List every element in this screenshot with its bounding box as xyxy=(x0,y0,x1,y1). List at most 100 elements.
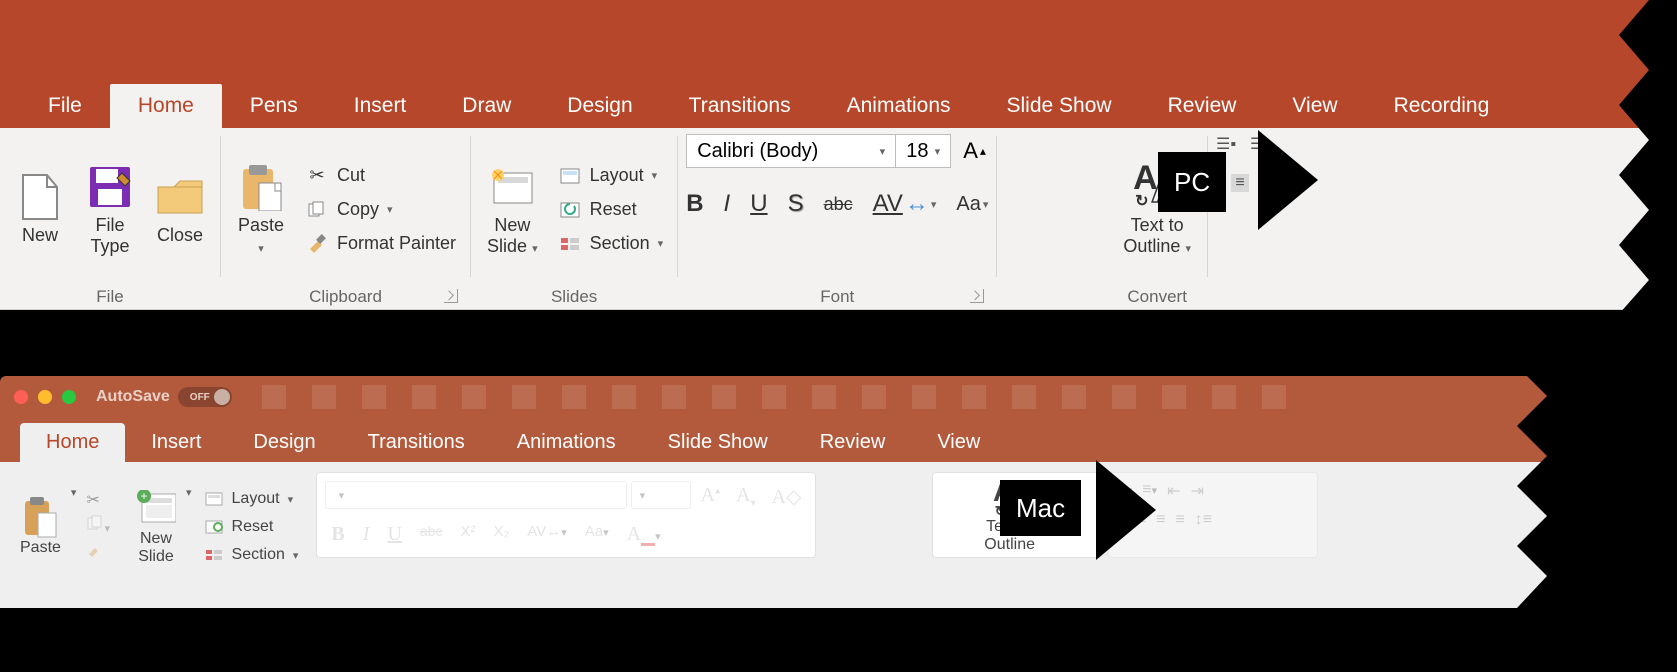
copy-button[interactable]: ▾ xyxy=(86,514,110,537)
align-justify-icon[interactable]: ≡ xyxy=(1175,511,1184,529)
tab-pens[interactable]: Pens xyxy=(222,84,326,128)
filetype-button[interactable]: File Type xyxy=(78,159,142,260)
align-right-icon[interactable]: ≡ xyxy=(1156,511,1165,529)
dialog-launcher-icon[interactable] xyxy=(970,289,984,303)
layout-button[interactable]: Layout▾ xyxy=(202,487,301,511)
chevron-down-icon[interactable]: ▾ xyxy=(71,486,77,499)
qat-icon[interactable] xyxy=(762,385,786,409)
cut-button[interactable]: ✂ Cut xyxy=(299,161,462,191)
qat-icon[interactable] xyxy=(1062,385,1086,409)
layout-button[interactable]: Layout▾ xyxy=(552,161,670,191)
paste-button[interactable]: Paste▾ xyxy=(229,159,293,260)
qat-icon[interactable] xyxy=(962,385,986,409)
indent-right-icon[interactable]: ⇥ xyxy=(1191,481,1204,501)
underline-button[interactable]: U xyxy=(381,520,407,549)
close-window-icon[interactable] xyxy=(14,390,28,404)
indent-left-icon[interactable]: ⇤ xyxy=(1167,481,1180,501)
tab-transitions[interactable]: Transitions xyxy=(661,84,819,128)
line-spacing-icon[interactable]: ↕≡ xyxy=(1195,511,1212,529)
tab-slideshow[interactable]: Slide Show xyxy=(642,423,794,462)
tab-review[interactable]: Review xyxy=(794,423,912,462)
strikethrough-button[interactable]: abc xyxy=(824,194,853,215)
chevron-down-icon: ▾ xyxy=(880,145,886,158)
qat-icon[interactable] xyxy=(812,385,836,409)
change-case-button[interactable]: Aa▾ xyxy=(579,520,615,549)
tab-home[interactable]: Home xyxy=(110,84,222,128)
shrink-font-button[interactable]: A▾ xyxy=(730,481,761,512)
bullets-icon[interactable]: ☰▪ xyxy=(1216,134,1236,154)
font-name-combo[interactable]: ▾ xyxy=(325,481,626,509)
clear-format-button[interactable]: A◇ xyxy=(766,481,808,512)
qat-icon[interactable] xyxy=(1012,385,1036,409)
tab-insert[interactable]: Insert xyxy=(326,84,435,128)
chevron-down-icon[interactable]: ▾ xyxy=(186,486,192,499)
section-button[interactable]: Section▾ xyxy=(552,229,670,259)
new-slide-button[interactable]: New Slide ▾ xyxy=(479,159,546,260)
tab-recording[interactable]: Recording xyxy=(1366,84,1518,128)
reset-button[interactable]: Reset xyxy=(552,195,670,225)
char-spacing-button[interactable]: AV↔▾ xyxy=(521,520,572,549)
dialog-launcher-icon[interactable] xyxy=(444,289,458,303)
italic-button[interactable]: I xyxy=(724,190,731,218)
tab-animations[interactable]: Animations xyxy=(819,84,979,128)
superscript-button[interactable]: X² xyxy=(454,520,481,549)
italic-button[interactable]: I xyxy=(357,520,376,549)
grow-font-button[interactable]: A▴ xyxy=(963,134,986,168)
tab-animations[interactable]: Animations xyxy=(491,423,642,462)
qat-icon[interactable] xyxy=(612,385,636,409)
new-button[interactable]: New xyxy=(8,169,72,250)
qat-redo-icon[interactable] xyxy=(412,385,436,409)
tab-draw[interactable]: Draw xyxy=(434,84,539,128)
underline-button[interactable]: U xyxy=(750,190,767,218)
qat-icon[interactable] xyxy=(662,385,686,409)
font-name-combo[interactable]: Calibri (Body) ▾ xyxy=(686,134,896,168)
autosave-toggle[interactable]: AutoSave OFF xyxy=(96,387,232,407)
qat-icon[interactable] xyxy=(862,385,886,409)
format-painter-button[interactable] xyxy=(86,541,110,564)
tab-home[interactable]: Home xyxy=(20,423,125,462)
paste-button[interactable]: Paste xyxy=(20,497,61,557)
qat-undo-icon[interactable] xyxy=(362,385,386,409)
qat-icon[interactable] xyxy=(1162,385,1186,409)
tab-file[interactable]: File xyxy=(20,84,110,128)
zoom-window-icon[interactable] xyxy=(62,390,76,404)
tab-insert[interactable]: Insert xyxy=(125,423,227,462)
font-color-button[interactable]: A▾ xyxy=(621,520,667,549)
qat-icon[interactable] xyxy=(1212,385,1236,409)
align-center-icon[interactable]: ≡ xyxy=(1231,174,1248,192)
tab-design[interactable]: Design xyxy=(539,84,660,128)
bold-button[interactable]: B xyxy=(686,190,703,218)
text-shadow-button[interactable]: S xyxy=(788,190,804,218)
strikethrough-button[interactable]: abc xyxy=(414,520,449,549)
qat-save-icon[interactable] xyxy=(262,385,286,409)
qat-icon[interactable] xyxy=(462,385,486,409)
format-painter-button[interactable]: Format Painter xyxy=(299,229,462,259)
qat-icon[interactable] xyxy=(912,385,936,409)
tab-view[interactable]: View xyxy=(1264,84,1365,128)
char-spacing-button[interactable]: AV↔▾ xyxy=(873,190,937,218)
grow-font-button[interactable]: A▴ xyxy=(695,481,726,512)
tab-design[interactable]: Design xyxy=(227,423,341,462)
tab-review[interactable]: Review xyxy=(1140,84,1265,128)
close-button[interactable]: Close xyxy=(148,169,212,250)
reset-button[interactable]: Reset xyxy=(202,515,301,539)
qat-icon[interactable] xyxy=(512,385,536,409)
tab-view[interactable]: View xyxy=(911,423,1006,462)
qat-icon[interactable] xyxy=(712,385,736,409)
qat-icon[interactable] xyxy=(562,385,586,409)
new-slide-button[interactable]: + New Slide xyxy=(136,488,176,566)
cut-button[interactable]: ✂ xyxy=(86,490,110,510)
tab-transitions[interactable]: Transitions xyxy=(342,423,491,462)
tab-slideshow[interactable]: Slide Show xyxy=(979,84,1140,128)
minimize-window-icon[interactable] xyxy=(38,390,52,404)
change-case-button[interactable]: Aa▾ xyxy=(956,193,988,216)
subscript-button[interactable]: X₂ xyxy=(487,520,515,549)
qat-icon[interactable] xyxy=(1262,385,1286,409)
bold-button[interactable]: B xyxy=(325,520,350,549)
section-button[interactable]: Section▾ xyxy=(202,543,301,567)
font-size-combo[interactable]: 18 ▾ xyxy=(895,134,951,168)
font-size-combo[interactable]: ▾ xyxy=(631,481,691,509)
qat-icon[interactable] xyxy=(312,385,336,409)
copy-button[interactable]: Copy ▾ xyxy=(299,195,462,225)
qat-icon[interactable] xyxy=(1112,385,1136,409)
